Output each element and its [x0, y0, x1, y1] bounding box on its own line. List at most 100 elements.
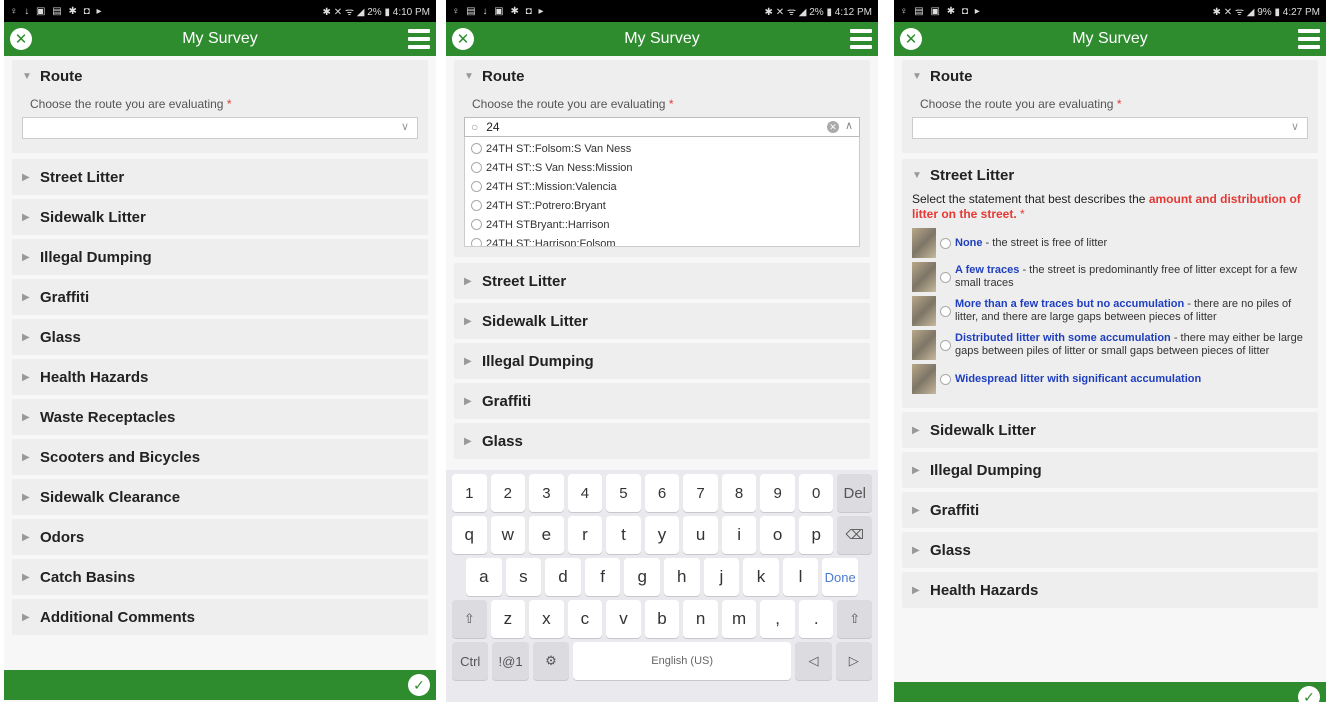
chevron-up-icon[interactable]: ∧: [845, 119, 853, 132]
litter-choice[interactable]: Distributed litter with some accumulatio…: [912, 330, 1308, 360]
key-char[interactable]: x: [529, 600, 564, 638]
route-search-input[interactable]: ○ 24 ✕ ∧: [464, 117, 860, 137]
radio-button[interactable]: [471, 181, 482, 192]
key-ctrl[interactable]: Ctrl: [452, 642, 489, 680]
shift-icon[interactable]: ⇧: [837, 600, 873, 638]
key-char[interactable]: f: [584, 558, 621, 596]
key-char[interactable]: 3: [529, 474, 564, 512]
key-left-arrow[interactable]: ◁: [795, 642, 832, 680]
key-char[interactable]: d: [545, 558, 581, 596]
key-symbols[interactable]: !@1: [492, 642, 529, 680]
radio-button[interactable]: [940, 305, 951, 317]
key-char[interactable]: 4: [567, 474, 603, 512]
key-char[interactable]: o: [760, 516, 795, 554]
key-char[interactable]: w: [490, 516, 526, 554]
key-char[interactable]: q: [452, 516, 487, 554]
key-char[interactable]: b: [644, 600, 680, 638]
key-char[interactable]: 5: [606, 474, 641, 512]
survey-section-item[interactable]: ▶ Glass: [454, 423, 870, 459]
hamburger-menu-icon[interactable]: [408, 29, 430, 49]
key-done[interactable]: Done: [822, 558, 858, 596]
key-char[interactable]: 8: [721, 474, 757, 512]
key-char[interactable]: r: [567, 516, 603, 554]
survey-section-item[interactable]: ▶ Graffiti: [902, 492, 1318, 528]
close-icon[interactable]: ✕: [452, 28, 474, 50]
key-char[interactable]: z: [490, 600, 526, 638]
radio-button[interactable]: [940, 237, 951, 249]
route-option[interactable]: 24TH ST::S Van Ness:Mission: [465, 158, 859, 177]
survey-section-item[interactable]: ▶ Waste Receptacles: [12, 399, 428, 435]
litter-choice[interactable]: None - the street is free of litter: [912, 228, 1308, 258]
survey-section-item[interactable]: ▶ Graffiti: [12, 279, 428, 315]
route-section-header[interactable]: ▼ Route: [912, 68, 1308, 85]
key-char[interactable]: 7: [683, 474, 718, 512]
litter-choice[interactable]: More than a few traces but no accumulati…: [912, 296, 1308, 326]
hamburger-menu-icon[interactable]: [850, 29, 872, 49]
radio-button[interactable]: [471, 200, 482, 211]
submit-check-icon[interactable]: ✓: [408, 674, 430, 696]
key-space[interactable]: English (US): [573, 642, 792, 680]
key-char[interactable]: 1: [452, 474, 487, 512]
survey-section-item[interactable]: ▶ Additional Comments: [12, 599, 428, 635]
radio-button[interactable]: [471, 238, 482, 246]
survey-section-item[interactable]: ▶ Illegal Dumping: [902, 452, 1318, 488]
key-char[interactable]: p: [798, 516, 834, 554]
key-char[interactable]: 6: [644, 474, 680, 512]
key-char[interactable]: v: [606, 600, 641, 638]
route-option[interactable]: 24TH ST::Folsom:S Van Ness: [465, 139, 859, 158]
route-select[interactable]: ∨: [22, 117, 418, 139]
survey-section-item[interactable]: ▶ Sidewalk Clearance: [12, 479, 428, 515]
key-char[interactable]: 2: [490, 474, 526, 512]
survey-section-item[interactable]: ▶ Street Litter: [454, 263, 870, 299]
survey-section-item[interactable]: ▶ Illegal Dumping: [12, 239, 428, 275]
radio-button[interactable]: [471, 143, 482, 154]
key-char[interactable]: m: [721, 600, 757, 638]
survey-section-item[interactable]: ▶ Scooters and Bicycles: [12, 439, 428, 475]
key-right-arrow[interactable]: ▷: [835, 642, 872, 680]
key-char[interactable]: t: [606, 516, 641, 554]
key-char[interactable]: u: [683, 516, 718, 554]
submit-check-icon[interactable]: ✓: [1298, 686, 1320, 702]
key-char[interactable]: a: [466, 558, 502, 596]
hamburger-menu-icon[interactable]: [1298, 29, 1320, 49]
radio-button[interactable]: [940, 373, 951, 385]
survey-section-item[interactable]: ▶ Glass: [12, 319, 428, 355]
radio-button[interactable]: [471, 219, 482, 230]
key-char[interactable]: g: [624, 558, 660, 596]
close-icon[interactable]: ✕: [900, 28, 922, 50]
radio-button[interactable]: [940, 339, 951, 351]
survey-section-item[interactable]: ▶ Sidewalk Litter: [902, 412, 1318, 448]
route-option[interactable]: 24TH ST::Harrison:Folsom: [465, 234, 859, 246]
clear-icon[interactable]: ✕: [827, 121, 839, 133]
key-char[interactable]: .: [798, 600, 834, 638]
litter-choice[interactable]: A few traces - the street is predominant…: [912, 262, 1308, 292]
route-section-header[interactable]: ▼ Route: [22, 68, 418, 85]
survey-section-item[interactable]: ▶ Illegal Dumping: [454, 343, 870, 379]
radio-button[interactable]: [471, 162, 482, 173]
street-litter-header[interactable]: ▼ Street Litter: [912, 167, 1308, 184]
key-char[interactable]: l: [782, 558, 819, 596]
key-char[interactable]: k: [743, 558, 779, 596]
key-delete[interactable]: Del: [837, 474, 873, 512]
survey-section-item[interactable]: ▶ Catch Basins: [12, 559, 428, 595]
survey-section-item[interactable]: ▶ Sidewalk Litter: [454, 303, 870, 339]
key-char[interactable]: h: [663, 558, 700, 596]
survey-section-item[interactable]: ▶ Street Litter: [12, 159, 428, 195]
key-char[interactable]: i: [721, 516, 757, 554]
route-options-list[interactable]: 24TH ST::Folsom:S Van Ness 24TH ST::S Van…: [464, 137, 860, 247]
shift-icon[interactable]: ⇧: [452, 600, 487, 638]
gear-icon[interactable]: ⚙: [532, 642, 570, 680]
key-char[interactable]: c: [567, 600, 603, 638]
route-option[interactable]: 24TH ST::Mission:Valencia: [465, 177, 859, 196]
key-char[interactable]: e: [529, 516, 564, 554]
key-char[interactable]: 9: [760, 474, 795, 512]
key-char[interactable]: n: [683, 600, 718, 638]
route-select[interactable]: ∨: [912, 117, 1308, 139]
backspace-icon[interactable]: ⌫: [837, 516, 873, 554]
survey-section-item[interactable]: ▶ Odors: [12, 519, 428, 555]
survey-section-item[interactable]: ▶ Sidewalk Litter: [12, 199, 428, 235]
close-icon[interactable]: ✕: [10, 28, 32, 50]
key-char[interactable]: y: [644, 516, 680, 554]
survey-section-item[interactable]: ▶ Health Hazards: [12, 359, 428, 395]
radio-button[interactable]: [940, 271, 951, 283]
